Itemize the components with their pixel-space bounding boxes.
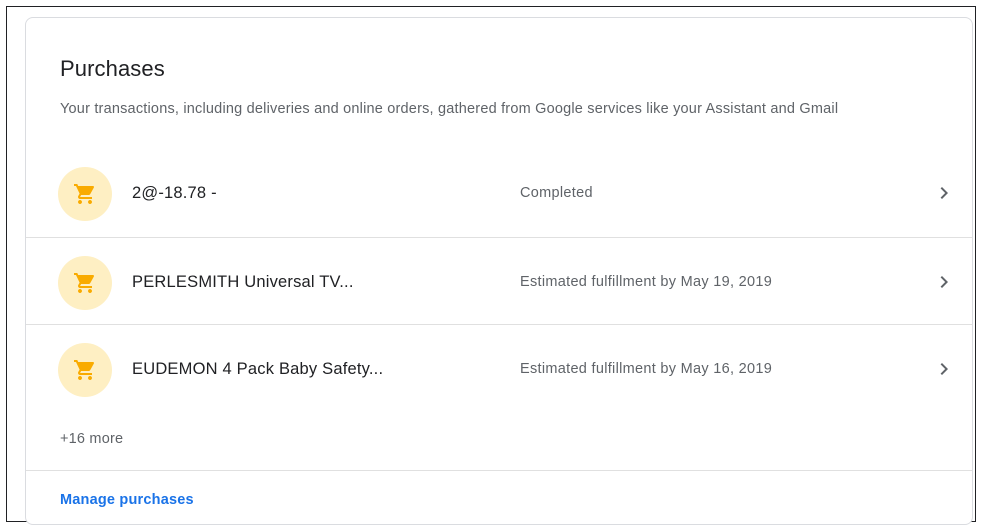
card-subtitle: Your transactions, including deliveries …: [60, 101, 839, 117]
shopping-cart-icon: [58, 167, 112, 221]
purchase-item-status: Estimated fulfillment by May 19, 2019: [520, 274, 773, 290]
purchase-item-name: EUDEMON 4 Pack Baby Safety...: [132, 359, 384, 378]
purchase-row[interactable]: 2@-18.78 - Completed: [26, 149, 972, 237]
chevron-right-icon: [932, 325, 956, 413]
more-purchases-count: +16 more: [60, 431, 124, 447]
purchase-row[interactable]: PERLESMITH Universal TV... Estimated ful…: [26, 237, 972, 326]
divider: [26, 470, 972, 471]
screenshot-frame: Purchases Your transactions, including d…: [6, 6, 976, 525]
purchase-item-name: PERLESMITH Universal TV...: [132, 272, 354, 291]
purchase-row[interactable]: EUDEMON 4 Pack Baby Safety... Estimated …: [26, 324, 972, 413]
purchases-card: Purchases Your transactions, including d…: [25, 17, 973, 525]
purchase-item-status: Estimated fulfillment by May 16, 2019: [520, 361, 773, 377]
card-title: Purchases: [60, 56, 165, 81]
manage-purchases-link[interactable]: Manage purchases: [60, 492, 194, 508]
chevron-right-icon: [932, 149, 956, 237]
purchase-item-name: 2@-18.78 -: [132, 183, 217, 202]
shopping-cart-icon: [58, 343, 112, 397]
purchase-item-status: Completed: [520, 185, 593, 201]
chevron-right-icon: [932, 238, 956, 326]
shopping-cart-icon: [58, 256, 112, 310]
